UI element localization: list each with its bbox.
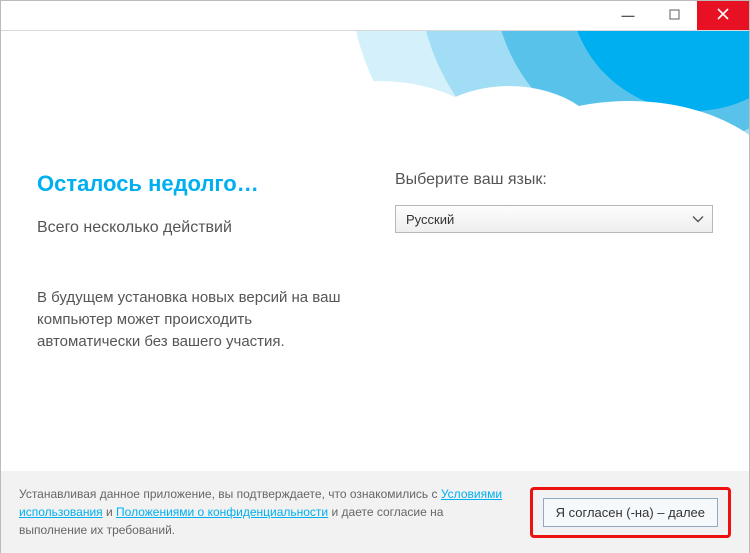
- legal-text: Устанавливая данное приложение, вы подтв…: [19, 485, 514, 539]
- left-column: Осталось недолго… Всего несколько действ…: [37, 171, 355, 352]
- chevron-down-icon: [692, 212, 704, 227]
- maximize-button[interactable]: [651, 1, 697, 30]
- legal-mid: и: [103, 505, 116, 519]
- titlebar: —: [1, 1, 749, 31]
- language-label: Выберите ваш язык:: [395, 171, 713, 189]
- close-icon: [717, 8, 729, 23]
- banner-graphic: [1, 31, 749, 151]
- page-subtitle: Всего несколько действий: [37, 219, 355, 237]
- info-paragraph: В будущем установка новых версий на ваш …: [37, 287, 355, 352]
- close-button[interactable]: [697, 1, 749, 30]
- language-selected-value: Русский: [406, 212, 454, 227]
- maximize-icon: [669, 8, 680, 23]
- page-title: Осталось недолго…: [37, 171, 355, 197]
- content-area: Осталось недолго… Всего несколько действ…: [1, 151, 749, 352]
- highlight-box: Я согласен (-на) – далее: [530, 487, 731, 538]
- privacy-link[interactable]: Положениями о конфиденциальности: [116, 505, 328, 519]
- agree-next-button[interactable]: Я согласен (-на) – далее: [543, 498, 718, 527]
- footer: Устанавливая данное приложение, вы подтв…: [1, 471, 749, 553]
- minimize-icon: —: [622, 8, 635, 23]
- legal-prefix: Устанавливая данное приложение, вы подтв…: [19, 487, 441, 501]
- right-column: Выберите ваш язык: Русский: [395, 171, 713, 352]
- minimize-button[interactable]: —: [605, 1, 651, 30]
- language-select[interactable]: Русский: [395, 205, 713, 233]
